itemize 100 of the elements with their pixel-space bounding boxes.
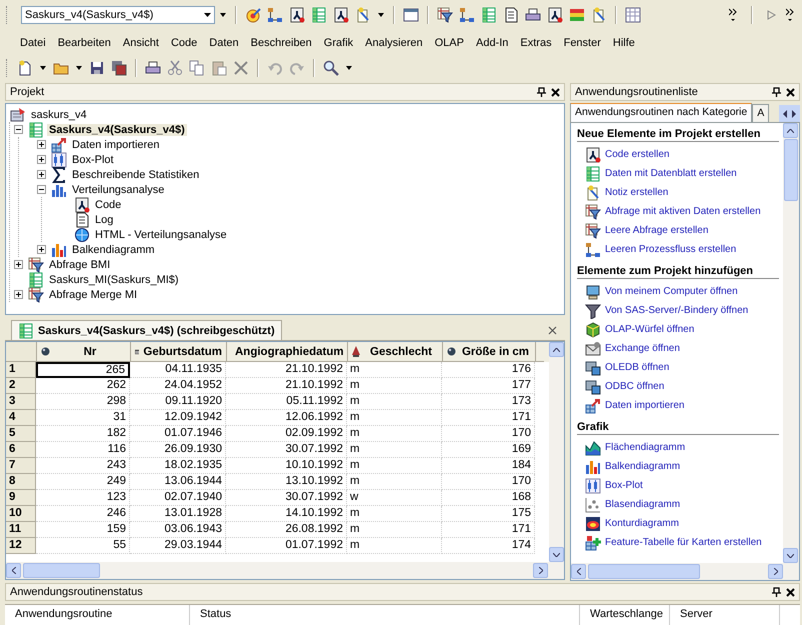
routine-link[interactable]: Code erstellen: [605, 149, 670, 160]
dropdown-caret-icon[interactable]: [76, 66, 82, 70]
delete-icon[interactable]: [233, 60, 249, 76]
vertical-scrollbar[interactable]: [549, 342, 564, 562]
collapse-icon[interactable]: [37, 185, 46, 194]
note-icon[interactable]: [355, 7, 371, 23]
code-icon[interactable]: [547, 7, 563, 23]
collapse-icon[interactable]: [14, 125, 23, 134]
menu-item[interactable]: Beschreiben: [244, 34, 318, 50]
document-tab[interactable]: Saskurs_v4(Saskurs_v4$) (schreibgeschützt): [11, 320, 282, 340]
row-header[interactable]: 12: [6, 538, 36, 554]
code-icon[interactable]: [289, 7, 305, 23]
tab[interactable]: A: [752, 104, 770, 122]
overflow-icon[interactable]: [786, 8, 794, 22]
scroll-down-icon[interactable]: [787, 554, 794, 558]
window-icon[interactable]: [403, 7, 419, 23]
menu-item[interactable]: Analysieren: [359, 34, 429, 50]
column-header[interactable]: Geburtsdatum: [131, 342, 227, 362]
column-header[interactable]: Server: [670, 605, 780, 625]
dropdown-caret-icon[interactable]: [346, 66, 352, 70]
routine-link[interactable]: Daten mit Datenblatt erstellen: [605, 168, 737, 179]
tab-scroll-left-icon[interactable]: [782, 110, 788, 118]
overflow-icon[interactable]: [729, 8, 737, 22]
routine-link[interactable]: Konturdiagramm: [605, 518, 679, 529]
stripes-icon[interactable]: [569, 7, 585, 23]
row-header[interactable]: 9: [6, 490, 36, 506]
column-header[interactable]: Nr: [37, 342, 131, 362]
printer-icon[interactable]: [525, 7, 541, 23]
code-icon[interactable]: [333, 7, 349, 23]
expand-icon[interactable]: [14, 260, 23, 269]
routine-link[interactable]: OLEDB öffnen: [605, 362, 670, 373]
column-header[interactable]: Status: [190, 605, 580, 625]
note-icon[interactable]: [591, 7, 607, 23]
printer-icon[interactable]: [145, 60, 161, 76]
close-icon[interactable]: [786, 88, 795, 96]
tree-item[interactable]: Daten importieren: [70, 138, 162, 150]
tree-item[interactable]: Balkendiagramm: [70, 244, 157, 256]
menu-item[interactable]: Daten: [203, 34, 245, 50]
routine-link[interactable]: Abfrage mit aktiven Daten erstellen: [605, 206, 761, 217]
copy-icon[interactable]: [189, 60, 205, 76]
routine-link[interactable]: Von SAS-Server/-Bindery öffnen: [605, 305, 748, 316]
row-header[interactable]: 11: [6, 522, 36, 538]
routine-link[interactable]: Flächendiagramm: [605, 442, 686, 453]
routine-link[interactable]: Von meinem Computer öffnen: [605, 286, 738, 297]
column-header[interactable]: Größe in cm: [443, 342, 536, 362]
routine-link[interactable]: Box-Plot: [605, 480, 643, 491]
dataset-selector[interactable]: Saskurs_v4(Saskurs_v4$): [21, 6, 215, 24]
routine-link[interactable]: ODBC öffnen: [605, 381, 664, 392]
menu-item[interactable]: Add-In: [470, 34, 514, 50]
tree-item[interactable]: HTML - Verteilungsanalyse: [93, 228, 229, 240]
routine-link[interactable]: Daten importieren: [605, 400, 684, 411]
filter-icon[interactable]: [437, 7, 453, 23]
tree-item[interactable]: Abfrage Merge MI: [47, 288, 140, 300]
scroll-up-icon[interactable]: [553, 348, 560, 352]
routine-link[interactable]: Leeren Prozessfluss erstellen: [605, 244, 736, 255]
save-icon[interactable]: [89, 60, 105, 76]
row-header[interactable]: 8: [6, 474, 36, 490]
paste-icon[interactable]: [211, 60, 227, 76]
new-document-icon[interactable]: [17, 60, 33, 76]
scroll-up-icon[interactable]: [787, 128, 794, 132]
scroll-left-icon[interactable]: [576, 568, 580, 575]
pin-icon[interactable]: [772, 587, 781, 597]
expand-icon[interactable]: [37, 245, 46, 254]
pin-icon[interactable]: [772, 87, 781, 97]
scrollbar-thumb[interactable]: [784, 139, 798, 201]
routine-link[interactable]: Exchange öffnen: [605, 343, 680, 354]
disk-stack-icon[interactable]: [111, 60, 127, 76]
flow-icon[interactable]: [459, 7, 475, 23]
table-icon[interactable]: [481, 7, 497, 23]
tab-scroll-right-icon[interactable]: [789, 110, 797, 118]
dropdown-caret-icon[interactable]: [378, 13, 384, 17]
menu-item[interactable]: Extras: [514, 34, 558, 50]
scroll-left-icon[interactable]: [12, 567, 16, 574]
row-header[interactable]: 7: [6, 458, 36, 474]
scroll-down-icon[interactable]: [553, 552, 560, 556]
menu-item[interactable]: Fenster: [558, 34, 607, 50]
row-header[interactable]: 6: [6, 442, 36, 458]
tree-item[interactable]: Saskurs_MI(Saskurs_MI$): [47, 274, 181, 286]
dropdown-caret-icon[interactable]: [40, 66, 46, 70]
run-icon[interactable]: [767, 10, 776, 20]
row-header[interactable]: 10: [6, 506, 36, 522]
routine-link[interactable]: Notiz erstellen: [605, 187, 668, 198]
row-header[interactable]: 3: [6, 394, 36, 410]
routine-link[interactable]: Feature-Tabelle für Karten erstellen: [605, 537, 762, 548]
routine-link[interactable]: Leere Abfrage erstellen: [605, 225, 708, 236]
close-icon[interactable]: [551, 88, 560, 96]
tree-item[interactable]: Box-Plot: [70, 154, 116, 166]
tree-item[interactable]: Abfrage BMI: [47, 258, 112, 270]
search-icon[interactable]: [323, 60, 339, 76]
menu-item[interactable]: Grafik: [318, 34, 360, 50]
routine-link[interactable]: Blasendiagramm: [605, 499, 680, 510]
target-icon[interactable]: [245, 7, 261, 23]
menu-item[interactable]: Ansicht: [116, 34, 165, 50]
row-header[interactable]: 1: [6, 362, 36, 378]
grid-icon[interactable]: [625, 7, 641, 23]
column-header[interactable]: Angiographiedatum: [227, 342, 348, 362]
menu-item[interactable]: Code: [164, 34, 204, 50]
horizontal-scrollbar[interactable]: [571, 563, 799, 580]
expand-icon[interactable]: [37, 140, 46, 149]
menu-item[interactable]: Datei: [14, 34, 52, 50]
